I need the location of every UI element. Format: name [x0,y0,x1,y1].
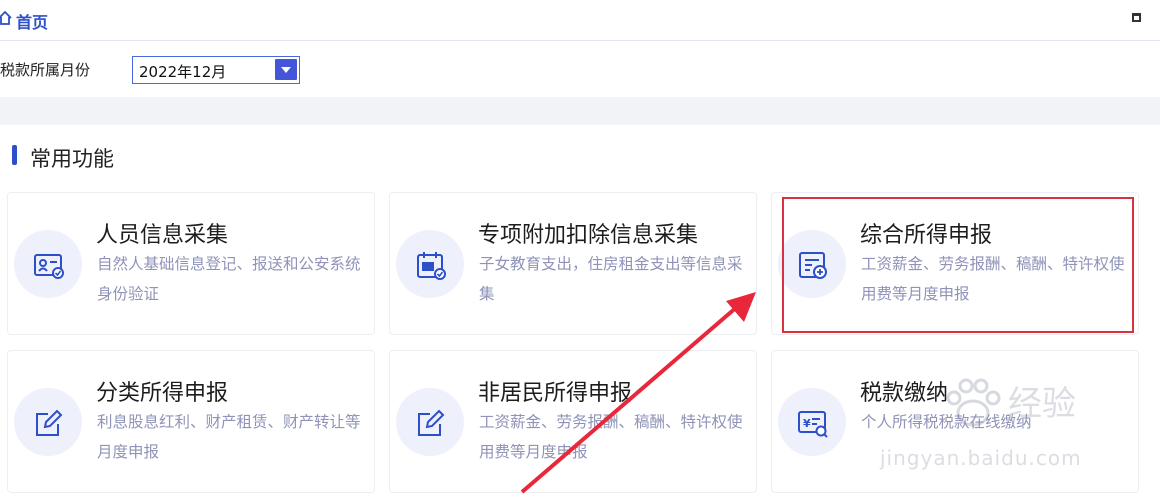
card-special-deduction[interactable]: 专项附加扣除信息采集 子女教育支出，住房租金支出等信息采集 [389,192,757,335]
card-title: 非居民所得申报 [478,381,633,406]
dropdown-button[interactable] [275,59,297,80]
tax-calendar-icon [417,252,446,280]
card-desc: 自然人基础信息登记、报送和公安系统身份验证 [97,255,361,303]
card-desc: 利息股息红利、财产租赁、财产转让等月度申报 [97,413,361,461]
home-tab[interactable]: 首页 [16,9,48,33]
home-icon[interactable] [0,10,12,26]
card-title: 分类所得申报 [96,381,229,406]
card-nonresident-income[interactable]: 非居民所得申报 工资薪金、劳务报酬、稿酬、特许权使用费等月度申报 [389,350,757,493]
edit-form-icon [36,409,63,436]
card-title: 专项附加扣除信息采集 [478,223,699,248]
maximize-icon[interactable] [1132,13,1141,22]
card-title: 人员信息采集 [96,223,229,248]
highlight-box [782,197,1134,333]
filter-bar: 税款所属月份 2022年12月 [0,41,1160,97]
tax-month-select[interactable]: 2022年12月 [132,56,300,84]
watermark-text: 经验 [1008,384,1076,424]
paw-logo-icon [946,378,1001,427]
tax-month-label: 税款所属月份 [0,61,91,79]
divider-band [0,97,1160,125]
watermark: 经验 jingyan.baidu.com [858,376,1128,476]
tax-payment-icon: ¥ [798,411,828,438]
section-title: 常用功能 [30,147,114,171]
svg-text:¥: ¥ [803,417,811,430]
card-classified-income[interactable]: 分类所得申报 利息股息红利、财产租赁、财产转让等月度申报 [7,350,375,493]
edit-form-icon [418,409,445,436]
top-bar: 首页 [0,0,1160,41]
section-marker [12,145,17,165]
watermark-url: jingyan.baidu.com [880,446,1082,470]
card-desc: 工资薪金、劳务报酬、稿酬、特许权使用费等月度申报 [479,413,743,461]
card-personnel-info[interactable]: 人员信息采集 自然人基础信息登记、报送和公安系统身份验证 [7,192,375,335]
chevron-down-icon [281,67,291,73]
tax-month-value: 2022年12月 [139,63,227,81]
person-id-card-icon [34,254,64,279]
card-desc: 子女教育支出，住房租金支出等信息采集 [479,255,743,303]
